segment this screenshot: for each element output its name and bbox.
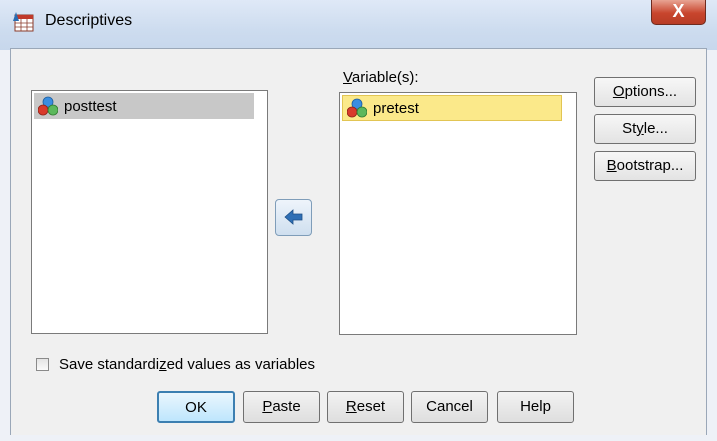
target-list-item[interactable]: pretest [342,95,562,121]
save-label-part1: Save standardi [59,356,160,373]
paste-rest: aste [272,398,301,415]
style-part1: St [622,120,637,137]
ok-button[interactable]: OK [157,391,235,423]
save-standardized-label[interactable]: Save standardized values as variables [59,356,315,373]
source-variable-list[interactable]: posttest [31,90,268,334]
help-button[interactable]: Help [497,391,574,423]
dialog-body: posttest Variable(s): pretest Options...… [10,48,707,435]
title-bar: Descriptives X [0,0,717,50]
variables-label-rest: ariable(s): [351,69,419,86]
nominal-variable-icon [347,98,367,118]
style-button[interactable]: Style... [594,114,696,144]
arrow-left-icon [284,209,303,225]
bootstrap-mnemonic: B [606,157,617,174]
save-standardized-checkbox[interactable] [36,358,49,371]
paste-mnemonic: P [262,398,273,415]
bootstrap-button[interactable]: Bootstrap... [594,151,696,181]
source-item-label: posttest [64,97,117,115]
save-standardized-row[interactable]: Save standardized values as variables [36,356,315,373]
window-title: Descriptives [45,12,133,29]
move-variable-button[interactable] [275,199,312,236]
target-item-label: pretest [373,99,419,117]
style-mnemonic: y [636,120,644,137]
bootstrap-rest: ootstrap... [616,157,684,174]
source-list-item[interactable]: posttest [34,93,254,119]
variables-label: Variable(s): [343,69,419,86]
paste-button[interactable]: Paste [243,391,320,423]
reset-rest: eset [356,398,386,415]
reset-mnemonic: R [345,398,357,415]
save-label-mnemonic: z [159,356,167,373]
variables-label-mnemonic: V [343,69,352,86]
close-button[interactable]: X [651,0,706,25]
options-button[interactable]: Options... [594,77,696,107]
descriptives-app-icon [13,12,34,32]
reset-button[interactable]: Reset [327,391,404,423]
target-variable-list[interactable]: pretest [339,92,577,335]
cancel-button[interactable]: Cancel [411,391,488,423]
save-label-part2: ed values as variables [166,356,315,373]
style-part2: le... [643,120,668,137]
options-mnemonic: O [612,83,625,100]
options-rest: ptions... [624,83,678,100]
nominal-variable-icon [38,96,58,116]
